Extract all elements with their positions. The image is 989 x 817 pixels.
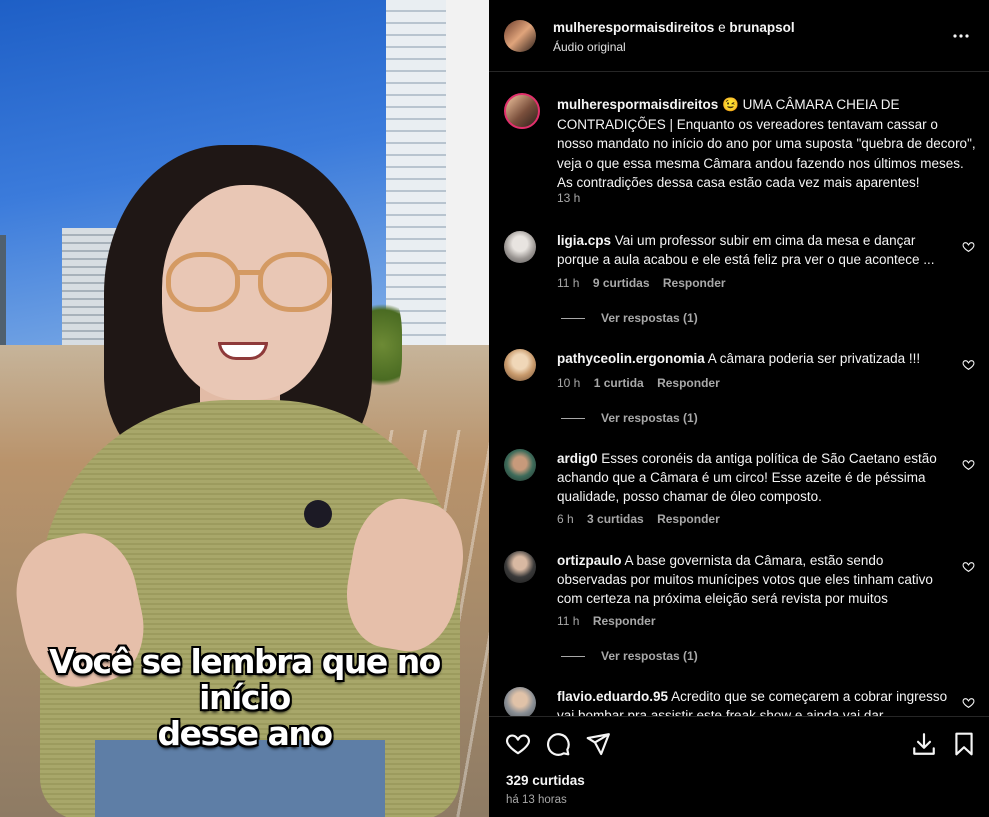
comment-username[interactable]: flavio.eduardo.95	[557, 689, 668, 704]
header-authors: mulherespormaisdireitos e brunapsol	[553, 20, 795, 35]
post-timestamp[interactable]: há 13 horas	[506, 794, 567, 806]
presenter-glasses	[166, 252, 336, 316]
post-author-username[interactable]: mulherespormaisdireitos	[557, 97, 718, 112]
comment-body: pathyceolin.ergonomia A câmara poderia s…	[557, 349, 952, 368]
comment-likes[interactable]: 1 curtida	[594, 376, 644, 390]
comment-time[interactable]: 6 h	[557, 512, 574, 526]
comment-text: A câmara poderia ser privatizada !!!	[707, 351, 921, 366]
post-time[interactable]: 13 h	[557, 191, 580, 205]
post-likes-count[interactable]: 329 curtidas	[506, 773, 585, 788]
comment-avatar[interactable]	[504, 687, 536, 716]
comment-heart-icon[interactable]	[962, 560, 975, 573]
more-horizontal-icon[interactable]	[949, 24, 973, 48]
comment-likes[interactable]: 3 curtidas	[587, 512, 644, 526]
comment-username[interactable]: ortizpaulo	[557, 553, 622, 568]
comment-reply-button[interactable]: Responder	[657, 512, 720, 526]
bookmark-icon[interactable]	[951, 731, 977, 757]
header-author-2[interactable]: brunapsol	[729, 20, 794, 35]
reel-video[interactable]: Você se lembra que no início desse ano	[0, 0, 489, 817]
view-replies-button[interactable]: Ver respostas (1)	[561, 311, 698, 325]
header-author-1[interactable]: mulherespormaisdireitos	[553, 20, 714, 35]
comment-reply-button[interactable]: Responder	[657, 376, 720, 390]
heart-icon[interactable]	[505, 731, 531, 757]
video-building-left	[0, 235, 6, 345]
comment-heart-icon[interactable]	[962, 358, 975, 371]
comment-username[interactable]: ligia.cps	[557, 233, 611, 248]
comment-time[interactable]: 10 h	[557, 376, 580, 390]
header-connector: e	[718, 20, 726, 35]
comment-icon[interactable]	[545, 731, 571, 757]
comment-reply-button[interactable]: Responder	[663, 276, 726, 290]
post-author-avatar[interactable]	[504, 93, 540, 129]
post-panel: mulherespormaisdireitos e brunapsol Áudi…	[489, 0, 989, 817]
comment-meta: 11 h Responder	[557, 614, 666, 628]
comment-meta: 6 h 3 curtidas Responder	[557, 512, 730, 526]
comment-reply-button[interactable]: Responder	[593, 614, 656, 628]
comment-heart-icon[interactable]	[962, 240, 975, 253]
comment-time[interactable]: 11 h	[557, 614, 579, 628]
download-icon[interactable]	[911, 731, 937, 757]
comment-avatar[interactable]	[504, 449, 536, 481]
post-actions: 329 curtidas há 13 horas	[489, 716, 989, 817]
comment-avatar[interactable]	[504, 349, 536, 381]
comment-body: flavio.eduardo.95 Acredito que se começa…	[557, 687, 952, 716]
comment-avatar[interactable]	[504, 231, 536, 263]
audio-link[interactable]: Áudio original	[553, 40, 626, 54]
comment-meta: 10 h 1 curtida Responder	[557, 376, 730, 390]
comments-scroll[interactable]: mulherespormaisdireitos 😉 UMA CÂMARA CHE…	[489, 73, 989, 716]
comment-username[interactable]: ardig0	[557, 451, 598, 466]
video-subtitle: Você se lembra que no início desse ano	[0, 644, 489, 752]
comment-body: ligia.cps Vai um professor subir em cima…	[557, 231, 952, 269]
post-caption: mulherespormaisdireitos 😉 UMA CÂMARA CHE…	[557, 95, 977, 193]
comment-body: ardig0 Esses coronéis da antiga política…	[557, 449, 952, 506]
comment-text: Vai um professor subir em cima da mesa e…	[557, 233, 935, 267]
video-subtitle-line-2: desse ano	[157, 714, 333, 753]
video-subtitle-line-1: Você se lembra que no início	[49, 642, 441, 717]
post-header: mulherespormaisdireitos e brunapsol Áudi…	[489, 0, 989, 72]
comment-heart-icon[interactable]	[962, 458, 975, 471]
comment-meta: 11 h 9 curtidas Responder	[557, 276, 736, 290]
comment-text: Esses coronéis da antiga política de São…	[557, 451, 937, 504]
view-replies-button[interactable]: Ver respostas (1)	[561, 411, 698, 425]
comment-heart-icon[interactable]	[962, 696, 975, 709]
presenter-pin	[304, 500, 332, 528]
header-avatar[interactable]	[504, 20, 536, 52]
comment-body: ortizpaulo A base governista da Câmara, …	[557, 551, 952, 608]
post-emoji: 😉	[722, 97, 739, 112]
comment-username[interactable]: pathyceolin.ergonomia	[557, 351, 705, 366]
comment-likes[interactable]: 9 curtidas	[593, 276, 650, 290]
share-icon[interactable]	[585, 731, 611, 757]
comment-time[interactable]: 11 h	[557, 276, 579, 290]
view-replies-button[interactable]: Ver respostas (1)	[561, 649, 698, 663]
comment-avatar[interactable]	[504, 551, 536, 583]
